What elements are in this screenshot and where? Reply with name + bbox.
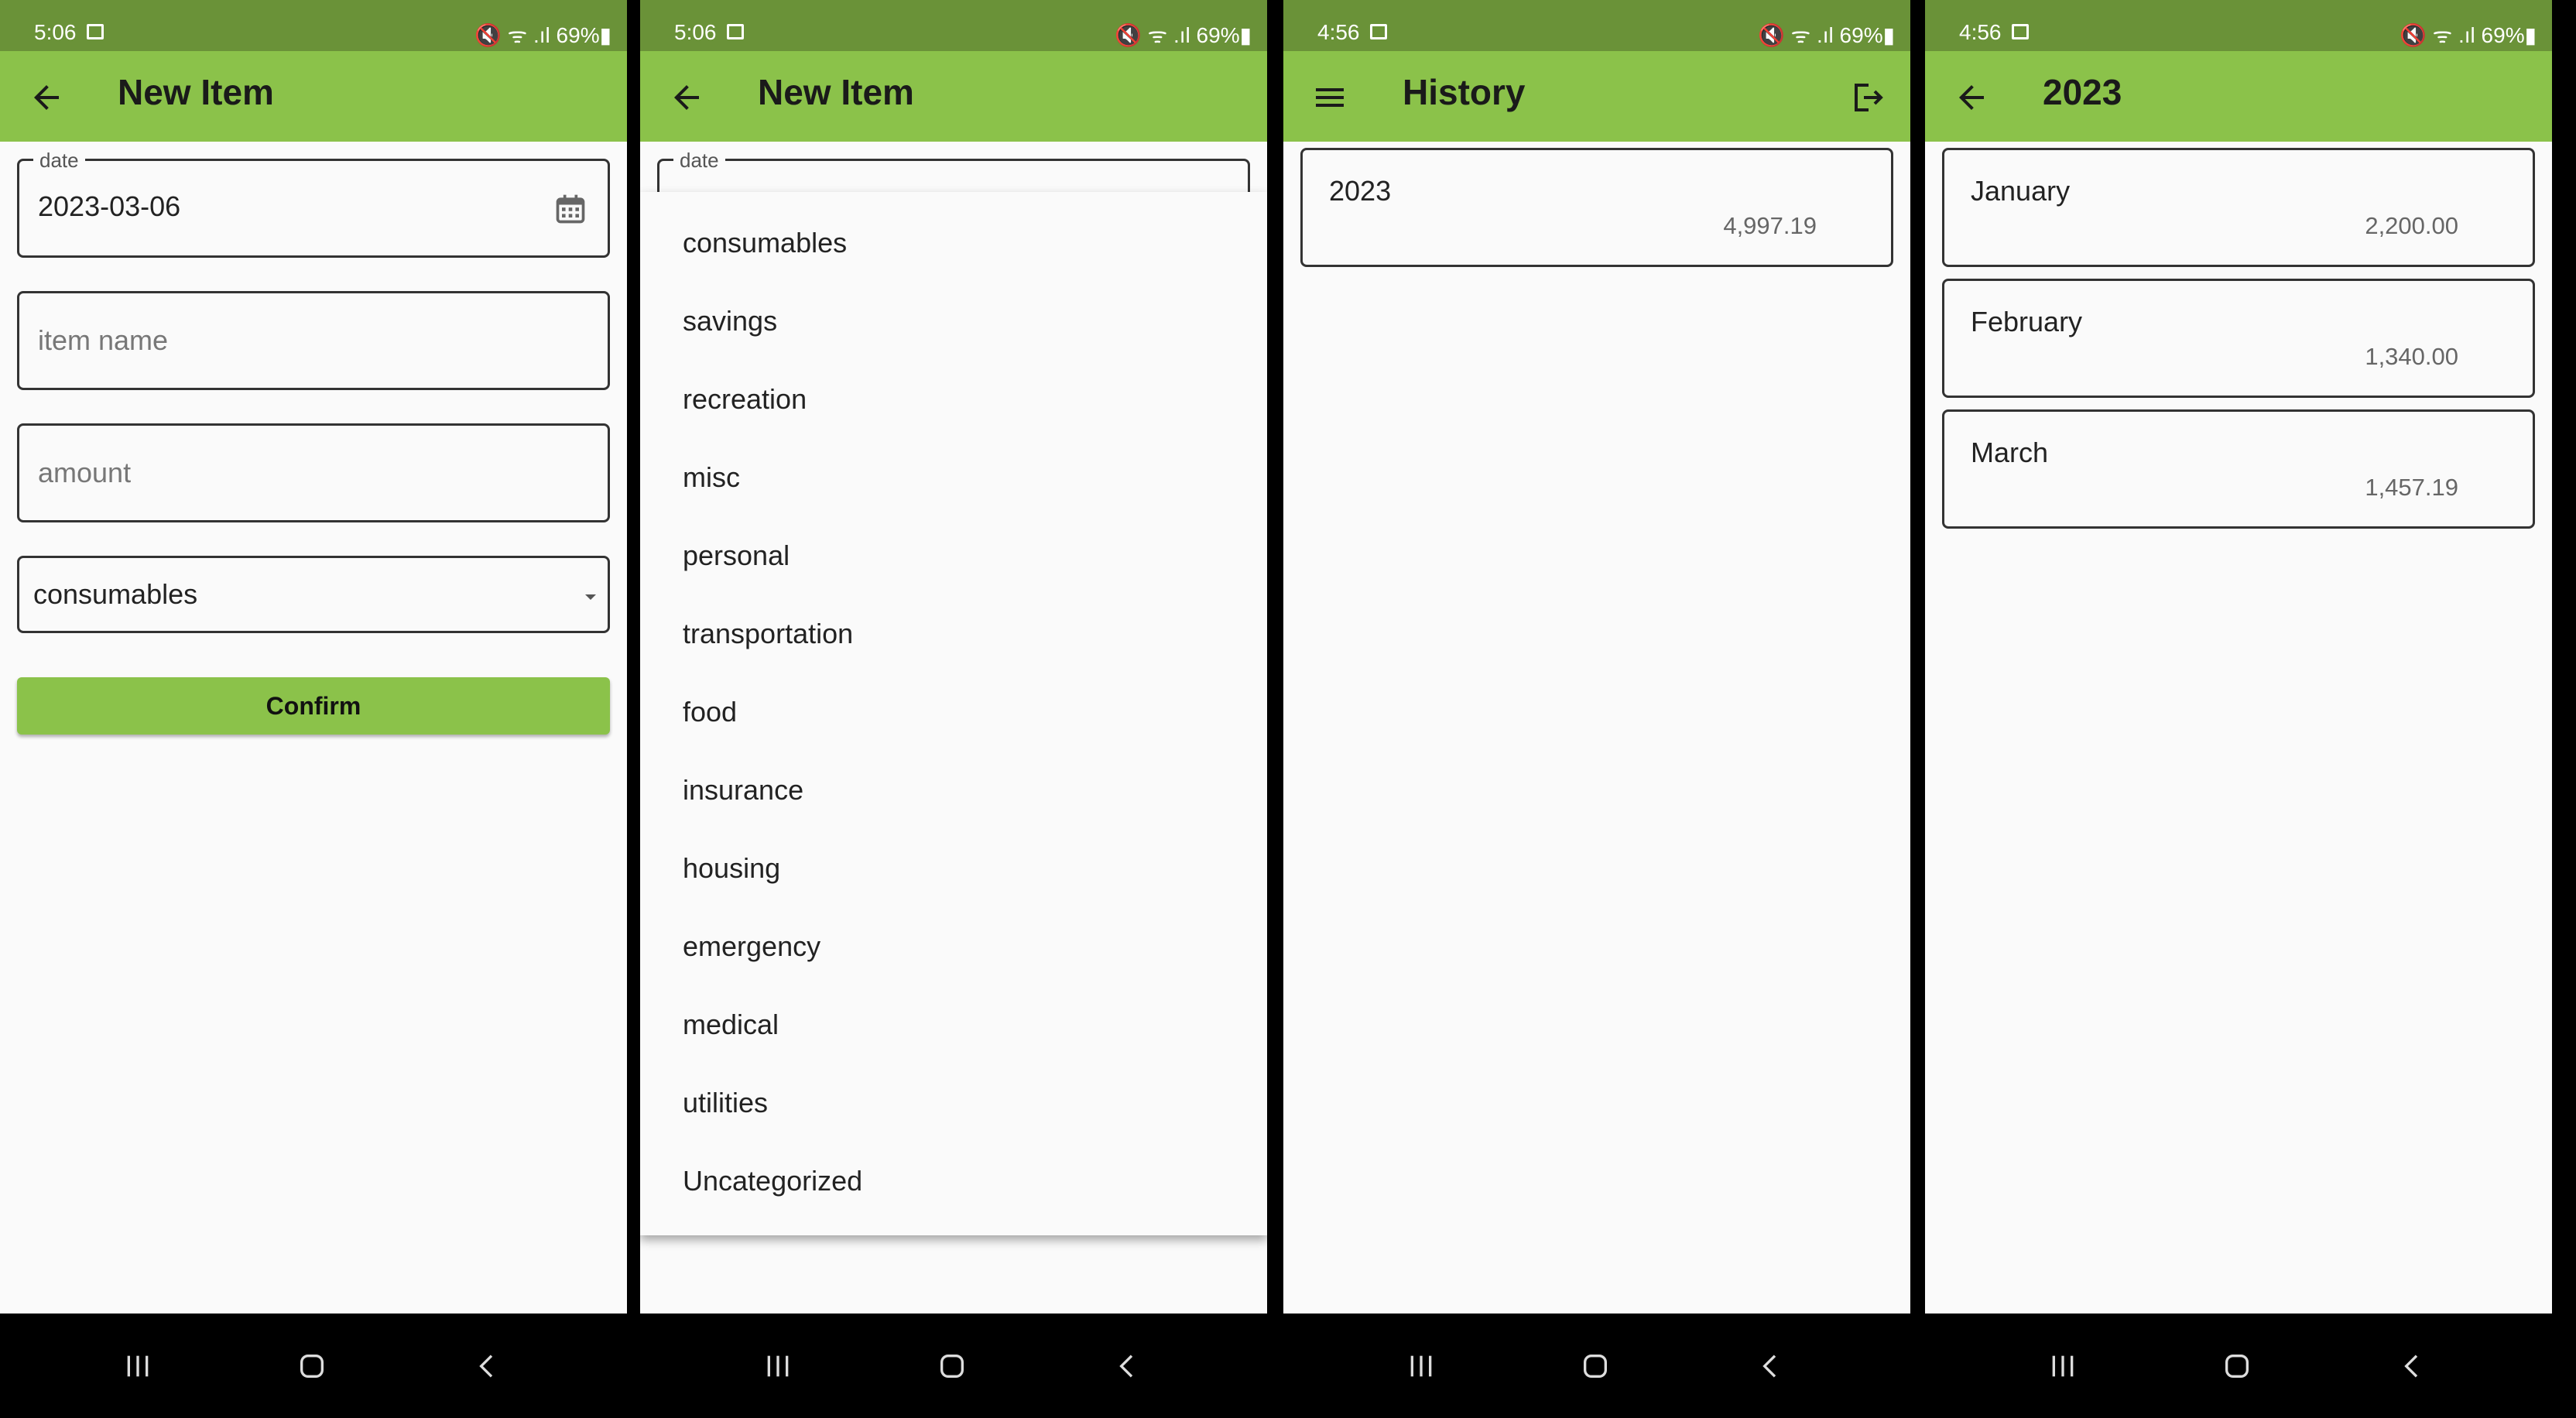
card-amount: 2,200.00 xyxy=(2365,212,2458,239)
page-title: New Item xyxy=(758,72,914,112)
date-label: date xyxy=(673,149,725,173)
status-bar: 5:06 🔇 ᯤ .ıl 69%▮ xyxy=(640,0,1267,51)
status-time: 5:06 xyxy=(674,20,717,44)
status-bar: 4:56 🔇 ᯤ .ıl 69%▮ xyxy=(1283,0,1910,51)
card-title: 2023 xyxy=(1329,175,1392,207)
gallery-notification-icon xyxy=(727,24,744,39)
app-bar: New Item xyxy=(640,51,1267,142)
card-amount: 1,340.00 xyxy=(2365,343,2458,370)
status-indicators: 🔇 ᯤ .ıl 69%▮ xyxy=(1758,23,1895,47)
home-icon[interactable] xyxy=(937,1351,968,1382)
status-time: 4:56 xyxy=(1317,20,1360,44)
status-time: 4:56 xyxy=(1959,20,2002,44)
recent-apps-icon[interactable] xyxy=(1406,1351,1437,1382)
card-title: March xyxy=(1971,437,2049,468)
menu-item-emergency[interactable]: emergency xyxy=(683,930,820,963)
menu-item-housing[interactable]: housing xyxy=(683,852,780,885)
card-title: February xyxy=(1971,306,2083,337)
month-card-february[interactable]: February 1,340.00 xyxy=(1942,279,2535,398)
app-bar: History xyxy=(1283,51,1910,142)
hamburger-menu-icon[interactable] xyxy=(1311,79,1348,116)
app-bar: 2023 xyxy=(1925,51,2552,142)
category-value: consumables xyxy=(33,578,198,610)
month-card-march[interactable]: March 1,457.19 xyxy=(1942,409,2535,529)
month-card-january[interactable]: January 2,200.00 xyxy=(1942,148,2535,267)
status-bar: 5:06 🔇 ᯤ .ıl 69%▮ xyxy=(0,0,627,51)
caret-down-icon xyxy=(585,594,596,600)
date-label: date xyxy=(33,149,85,173)
home-icon[interactable] xyxy=(2221,1351,2252,1382)
card-amount: 1,457.19 xyxy=(2365,474,2458,501)
home-icon[interactable] xyxy=(296,1351,327,1382)
menu-item-misc[interactable]: misc xyxy=(683,461,740,494)
date-field[interactable]: date 2023-03-06 xyxy=(17,149,610,258)
card-title: January xyxy=(1971,175,2071,207)
status-indicators: 🔇 ᯤ .ıl 69%▮ xyxy=(2400,23,2537,47)
menu-item-uncategorized[interactable]: Uncategorized xyxy=(683,1165,862,1197)
status-indicators: 🔇 ᯤ .ıl 69%▮ xyxy=(474,23,611,47)
category-select[interactable]: consumables xyxy=(17,556,610,633)
recent-apps-icon[interactable] xyxy=(762,1351,793,1382)
history-card-year[interactable]: 2023 4,997.19 xyxy=(1300,148,1893,267)
menu-item-insurance[interactable]: insurance xyxy=(683,774,803,807)
app-bar: New Item xyxy=(0,51,627,142)
date-value: 2023-03-06 xyxy=(38,190,181,222)
menu-item-recreation[interactable]: recreation xyxy=(683,383,807,416)
system-nav-bar xyxy=(1925,1314,2552,1418)
status-bar: 4:56 🔇 ᯤ .ıl 69%▮ xyxy=(1925,0,2552,51)
page-title: New Item xyxy=(118,72,274,112)
arrow-left-icon[interactable] xyxy=(668,79,705,116)
menu-item-transportation[interactable]: transportation xyxy=(683,618,853,650)
system-nav-bar xyxy=(0,1314,627,1418)
status-time: 5:06 xyxy=(34,20,77,44)
menu-item-food[interactable]: food xyxy=(683,696,737,728)
nav-back-icon[interactable] xyxy=(472,1351,503,1382)
confirm-button[interactable]: Confirm xyxy=(17,677,610,735)
page-title: 2023 xyxy=(2043,72,2122,112)
recent-apps-icon[interactable] xyxy=(122,1351,153,1382)
item-name-input[interactable]: item name xyxy=(17,291,610,390)
form-content: date 2023-03-06 item name amount consuma… xyxy=(0,142,627,1314)
recent-apps-icon[interactable] xyxy=(2047,1351,2078,1382)
month-list: January 2,200.00 February 1,340.00 March… xyxy=(1925,142,2552,1314)
nav-back-icon[interactable] xyxy=(1112,1351,1143,1382)
menu-item-medical[interactable]: medical xyxy=(683,1009,779,1041)
status-indicators: 🔇 ᯤ .ıl 69%▮ xyxy=(1115,23,1252,47)
card-amount: 4,997.19 xyxy=(1723,212,1817,239)
system-nav-bar xyxy=(640,1314,1267,1418)
gallery-notification-icon xyxy=(2012,24,2029,39)
arrow-left-icon[interactable] xyxy=(28,79,65,116)
arrow-left-icon[interactable] xyxy=(1953,79,1990,116)
screen-history: 4:56 🔇 ᯤ .ıl 69%▮ History 2023 4,997.19 xyxy=(1283,0,1910,1418)
nav-back-icon[interactable] xyxy=(1756,1351,1786,1382)
amount-placeholder: amount xyxy=(38,457,132,488)
gallery-notification-icon xyxy=(87,24,104,39)
calendar-icon[interactable] xyxy=(553,192,587,226)
amount-input[interactable]: amount xyxy=(17,423,610,522)
menu-item-consumables[interactable]: consumables xyxy=(683,227,847,259)
category-dropdown-menu: consumables savings recreation misc pers… xyxy=(640,192,1267,1235)
history-list: 2023 4,997.19 xyxy=(1283,142,1910,1314)
home-icon[interactable] xyxy=(1580,1351,1611,1382)
menu-item-personal[interactable]: personal xyxy=(683,539,790,572)
nav-back-icon[interactable] xyxy=(2397,1351,2428,1382)
menu-item-utilities[interactable]: utilities xyxy=(683,1087,768,1119)
logout-icon[interactable] xyxy=(1848,79,1886,116)
screen-category-dropdown: 5:06 🔇 ᯤ .ıl 69%▮ New Item date consumab… xyxy=(640,0,1267,1418)
menu-item-savings[interactable]: savings xyxy=(683,305,777,337)
item-name-placeholder: item name xyxy=(38,324,169,356)
screen-new-item-form: 5:06 🔇 ᯤ .ıl 69%▮ New Item date 2023-03-… xyxy=(0,0,627,1418)
system-nav-bar xyxy=(1283,1314,1910,1418)
page-title: History xyxy=(1403,72,1526,112)
gallery-notification-icon xyxy=(1370,24,1387,39)
screen-year-detail: 4:56 🔇 ᯤ .ıl 69%▮ 2023 January 2,200.00 … xyxy=(1925,0,2552,1418)
